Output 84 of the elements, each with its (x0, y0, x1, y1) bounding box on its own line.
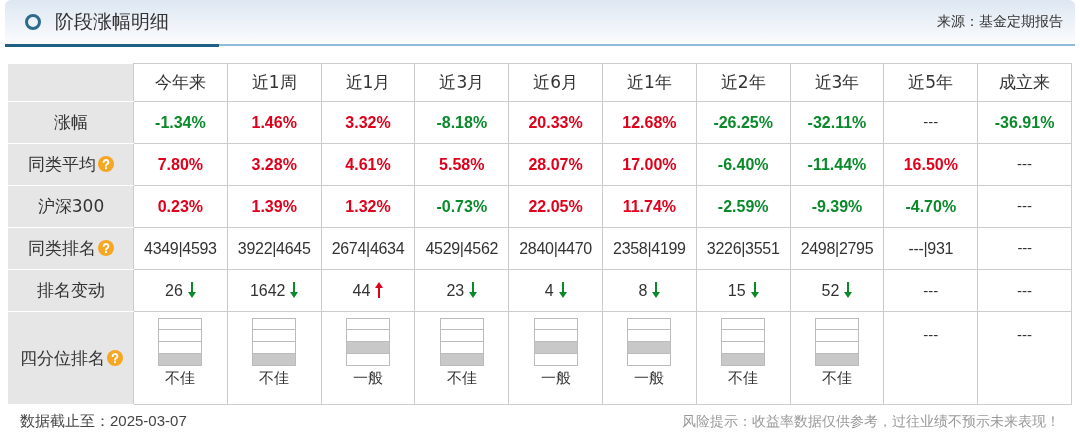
empty-value: --- (923, 326, 939, 343)
table-cell: -9.39% (790, 185, 884, 228)
table-cell: 2674|4634 (321, 227, 415, 270)
table-cell: 17.00% (602, 143, 697, 186)
column-header: 近5年 (883, 63, 978, 102)
data-date: 数据截止至：2025-03-07 (20, 411, 187, 431)
table-cell: 1.46% (227, 101, 322, 144)
table-cell: 4.61% (321, 143, 415, 186)
column-header: 成立来 (977, 63, 1072, 102)
table-cell: -4.70% (883, 185, 978, 228)
table-cell: 28.07% (508, 143, 603, 186)
source-note: 来源：基金定期报告 (937, 13, 1063, 31)
table-cell: -0.73% (414, 185, 509, 228)
table-cell: -26.25% (696, 101, 791, 144)
row-label: 同类排名 (28, 238, 96, 259)
column-header: 今年来 (133, 63, 228, 102)
table-cell: 3226|3551 (696, 227, 791, 270)
column-header: 近2年 (696, 63, 791, 102)
quartile-label: 不佳 (164, 369, 197, 387)
table-cell: 1.39% (227, 185, 322, 228)
rank-change-value: 8 (638, 281, 648, 299)
table-cell: 0.23% (133, 185, 228, 228)
quartile-label: 不佳 (820, 369, 853, 387)
table-cell: 20.33% (508, 101, 603, 144)
help-icon[interactable] (98, 240, 114, 257)
rank-change-value: 44 (352, 281, 371, 299)
table-cell: -11.44% (790, 143, 884, 186)
table-cell: --- (977, 143, 1072, 186)
column-header: 近1年 (602, 63, 697, 102)
column-header: 近3年 (790, 63, 884, 102)
column-header: 近3月 (414, 63, 509, 102)
help-icon[interactable] (98, 156, 114, 173)
table-cell: 4349|4593 (133, 227, 228, 270)
table-cell: 7.80% (133, 143, 228, 186)
table-cell: --- (977, 185, 1072, 228)
table-cell: 12.68% (602, 101, 697, 144)
rank-change-value: 52 (821, 281, 840, 299)
column-header: 近1月 (321, 63, 415, 102)
table-cell: -2.59% (696, 185, 791, 228)
panel-title: 阶段涨幅明细 (55, 9, 169, 34)
quartile-label: 不佳 (727, 369, 760, 387)
row-label: 同类平均 (28, 154, 96, 175)
table-cell: --- (883, 101, 978, 144)
column-header: 近6月 (508, 63, 603, 102)
row-label: 沪深300 (37, 196, 105, 217)
circle-icon (25, 14, 41, 30)
quartile-label: 一般 (539, 369, 572, 387)
table-cell: 3.28% (227, 143, 322, 186)
rank-change-value: 1642 (249, 281, 286, 299)
table-cell: ---|931 (883, 227, 978, 270)
table-cell: -8.18% (414, 101, 509, 144)
table-cell: --- (977, 227, 1072, 270)
rank-change-value: 26 (165, 281, 183, 299)
row-label: 涨幅 (54, 112, 88, 133)
table-cell: 4529|4562 (414, 227, 509, 270)
table-cell: 2498|2795 (790, 227, 884, 270)
table-cell: 22.05% (508, 185, 603, 228)
table-cell: -36.91% (977, 101, 1072, 144)
risk-note: 风险提示：收益率数据仅供参考，过往业绩不预示未来表现！ (682, 412, 1060, 431)
row-label: 排名变动 (37, 280, 105, 301)
table-cell: -1.34% (133, 101, 228, 144)
quartile-label: 不佳 (445, 369, 478, 387)
table-cell: -32.11% (790, 101, 884, 144)
table-cell: 1.32% (321, 185, 415, 228)
quartile-label: 不佳 (258, 369, 291, 387)
table-cell: 2358|4199 (602, 227, 697, 270)
rank-change-value: --- (923, 281, 939, 299)
row-label: 四分位排名 (19, 347, 105, 368)
table-cell: -6.40% (696, 143, 791, 186)
table-cell: 3922|4645 (227, 227, 322, 270)
quartile-label: 一般 (633, 369, 666, 387)
table-cell: 2840|4470 (508, 227, 603, 270)
column-header: 近1周 (227, 63, 322, 102)
table-cell: 11.74% (602, 185, 697, 228)
quartile-label: 一般 (352, 369, 384, 387)
empty-value: --- (1017, 326, 1033, 343)
rank-change-value: 23 (446, 281, 465, 299)
table-cell: 3.32% (321, 101, 415, 144)
table-cell: 5.58% (414, 143, 509, 186)
rank-change-value: --- (1017, 281, 1033, 299)
help-icon[interactable] (106, 349, 123, 366)
table-cell: 16.50% (883, 143, 978, 186)
rank-change-value: 4 (544, 281, 554, 299)
rank-change-value: 15 (727, 281, 746, 299)
